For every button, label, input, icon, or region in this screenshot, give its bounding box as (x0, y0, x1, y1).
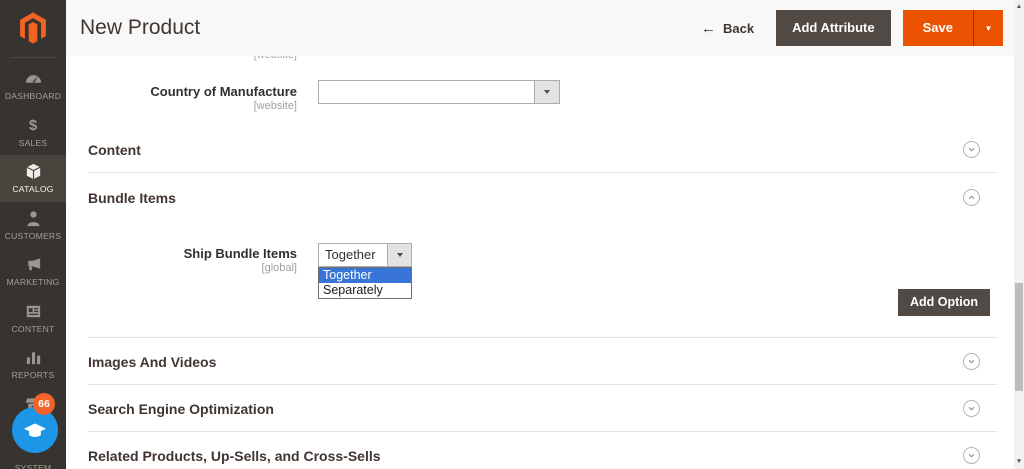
scrollbar-down-arrow[interactable]: ▼ (1014, 457, 1024, 467)
sidebar-item-label: SYSTEM (14, 463, 52, 469)
sidebar-item-marketing[interactable]: MARKETING (0, 248, 66, 295)
sidebar-item-label: REPORTS (11, 370, 55, 381)
section-related-products[interactable]: Related Products, Up-Sells, and Cross-Se… (88, 448, 381, 464)
customers-person-icon (24, 209, 43, 228)
sidebar-item-label: CUSTOMERS (4, 230, 62, 241)
back-arrow-icon: ← (700, 19, 716, 37)
chevron-up-icon (968, 195, 975, 200)
section-content-collapse-button[interactable] (963, 141, 980, 158)
ship-scope-label: [global] (261, 262, 297, 274)
sidebar-item-sales[interactable]: $ SALES (0, 109, 66, 156)
sidebar-item-label: CONTENT (11, 323, 55, 334)
page-title: New Product (80, 16, 201, 39)
scrollbar-thumb[interactable] (1015, 283, 1023, 391)
save-split-button: Save ▼ (902, 10, 1003, 46)
country-select-value (319, 81, 534, 103)
sidebar-item-reports[interactable]: REPORTS (0, 341, 66, 388)
content-layout-icon (24, 302, 43, 321)
back-label: Back (722, 20, 755, 36)
country-of-manufacture-select[interactable] (318, 80, 560, 104)
dropdown-option-separately[interactable]: Separately (319, 283, 411, 298)
add-option-button[interactable]: Add Option (897, 289, 990, 316)
reports-chart-icon (24, 348, 43, 367)
sidebar-item-content[interactable]: CONTENT (0, 295, 66, 342)
save-button[interactable]: Save (902, 10, 973, 46)
graduation-cap-icon (23, 423, 47, 438)
save-dropdown-button[interactable]: ▼ (973, 10, 1003, 46)
sales-dollar-icon: $ (28, 116, 38, 134)
main-content: [website] Country of Manufacture [websit… (66, 0, 1014, 469)
notification-count-badge[interactable]: 66 (33, 393, 55, 415)
country-of-manufacture-label: Country of Manufacture (150, 84, 297, 99)
sidebar-item-catalog[interactable]: CATALOG (0, 155, 66, 202)
section-seo-collapse-button[interactable] (963, 400, 980, 417)
chevron-down-icon (968, 406, 975, 411)
marketing-megaphone-icon (24, 255, 43, 274)
section-seo[interactable]: Search Engine Optimization (88, 401, 274, 417)
ship-bundle-items-label-group: Ship Bundle Items [global] (66, 246, 297, 274)
section-content[interactable]: Content (88, 142, 141, 158)
magento-logo[interactable] (0, 0, 66, 56)
sidebar-item-customers[interactable]: CUSTOMERS (0, 202, 66, 249)
sidebar-divider (10, 57, 56, 58)
section-images-collapse-button[interactable] (963, 353, 980, 370)
section-divider (88, 337, 997, 338)
section-related-collapse-button[interactable] (963, 447, 980, 464)
section-divider (88, 172, 997, 173)
dashboard-gauge-icon (24, 69, 43, 88)
admin-sidebar: DASHBOARD $ SALES CATALOG CUSTOMERS MARK… (0, 0, 66, 469)
add-attribute-button[interactable]: Add Attribute (776, 10, 891, 46)
page-header: New Product ← Back Add Attribute Save ▼ (66, 0, 1014, 56)
sidebar-item-label: DASHBOARD (4, 91, 62, 102)
magento-logo-icon (20, 12, 46, 44)
scrollbar-up-arrow[interactable]: ▲ (1014, 2, 1024, 12)
caret-down-icon (544, 90, 550, 94)
ship-select-value: Together (325, 247, 376, 262)
section-bundle-items[interactable]: Bundle Items (88, 190, 176, 206)
section-divider (88, 384, 997, 385)
caret-down-icon (396, 253, 403, 257)
catalog-box-icon (24, 162, 43, 181)
section-bundle-items-collapse-button[interactable] (963, 189, 980, 206)
section-divider (88, 431, 997, 432)
country-of-manufacture-label-group: Country of Manufacture [website] (66, 84, 297, 112)
ship-bundle-items-select[interactable]: Together (318, 243, 412, 267)
sidebar-item-label: MARKETING (6, 277, 60, 288)
sidebar-item-label: CATALOG (12, 184, 54, 195)
dropdown-option-together[interactable]: Together (319, 268, 411, 283)
ship-bundle-items-label: Ship Bundle Items (183, 246, 297, 261)
sidebar-item-dashboard[interactable]: DASHBOARD (0, 62, 66, 109)
chevron-down-icon (968, 147, 975, 152)
ship-select-arrow-button[interactable] (387, 244, 411, 266)
country-scope-label: [website] (253, 100, 297, 112)
sidebar-item-label: SALES (18, 137, 48, 148)
caret-down-icon: ▼ (984, 23, 993, 33)
vertical-scrollbar[interactable]: ▲ ▼ (1014, 0, 1024, 469)
section-images-and-videos[interactable]: Images And Videos (88, 354, 216, 370)
chevron-down-icon (968, 359, 975, 364)
back-button[interactable]: ← Back (701, 20, 754, 37)
help-tour-button[interactable] (12, 407, 58, 453)
country-select-arrow-button[interactable] (534, 81, 559, 103)
badge-count: 66 (38, 398, 50, 410)
chevron-down-icon (968, 453, 975, 458)
ship-select-dropdown-list: Together Separately (318, 267, 412, 299)
